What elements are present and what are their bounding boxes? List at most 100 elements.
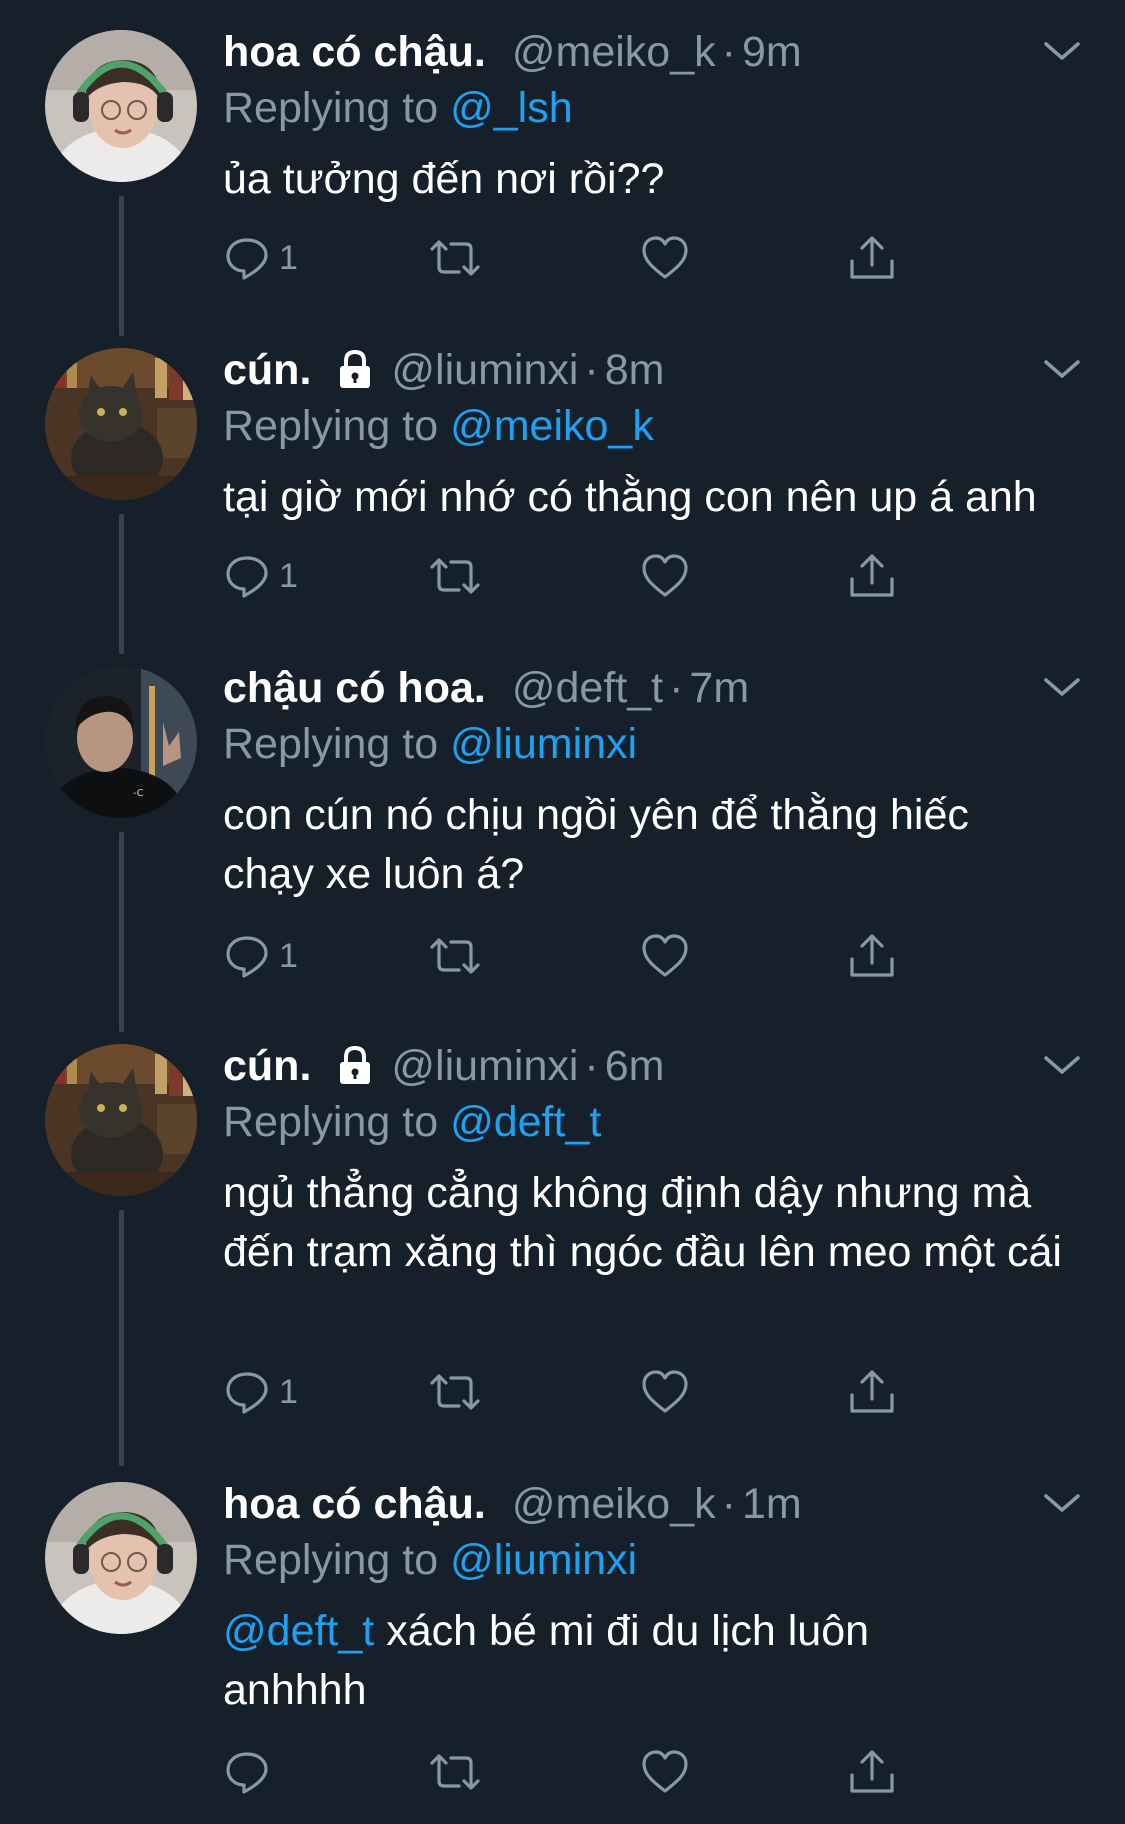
thread-line	[119, 196, 124, 336]
avatar[interactable]	[45, 30, 197, 182]
like-button[interactable]	[640, 1362, 690, 1422]
reply-icon	[223, 1368, 271, 1416]
separator-dot: ·	[669, 664, 684, 712]
username[interactable]: @meiko_k	[512, 1476, 716, 1532]
like-button[interactable]	[640, 1742, 690, 1802]
like-button[interactable]	[640, 228, 690, 288]
body-mention[interactable]: @deft_t	[223, 1607, 374, 1655]
retweet-button[interactable]	[428, 546, 482, 606]
thread-line	[119, 1210, 124, 1466]
share-icon	[847, 1367, 897, 1417]
avatar[interactable]: -C	[45, 666, 197, 818]
retweet-button[interactable]	[428, 228, 482, 288]
reply-icon	[223, 932, 271, 980]
retweet-button[interactable]	[428, 926, 482, 986]
tweet-text: ủa tưởng đến nơi rồi??	[223, 155, 665, 203]
chevron-down-icon[interactable]	[1040, 672, 1084, 702]
chevron-down-icon[interactable]	[1040, 1488, 1084, 1518]
share-button[interactable]	[847, 926, 897, 986]
replying-to-mention[interactable]: @liuminxi	[450, 720, 637, 768]
avatar[interactable]	[45, 348, 197, 500]
reply-button[interactable]: 1	[223, 228, 298, 288]
svg-text:-C: -C	[133, 788, 144, 799]
heart-icon	[640, 1368, 690, 1416]
tweet-actions: 1	[223, 546, 943, 606]
replying-to-label: Replying to	[223, 720, 451, 768]
heart-icon	[640, 932, 690, 980]
share-icon	[847, 1747, 897, 1797]
timestamp[interactable]: 1m	[742, 1476, 802, 1532]
like-button[interactable]	[640, 926, 690, 986]
share-button[interactable]	[847, 228, 897, 288]
avatar[interactable]	[45, 1044, 197, 1196]
reply-button[interactable]	[223, 1742, 279, 1802]
timestamp[interactable]: 9m	[742, 24, 802, 80]
share-button[interactable]	[847, 1362, 897, 1422]
thread-line	[119, 832, 124, 1032]
share-button[interactable]	[847, 1742, 897, 1802]
tweet-header: cún. @liuminxi · 6m	[223, 1038, 664, 1094]
tweet-header: chậu có hoa. @deft_t · 7m	[223, 660, 749, 716]
lock-icon	[335, 1044, 375, 1088]
tweet-actions: 1	[223, 228, 943, 288]
tweet-actions	[223, 1742, 943, 1802]
tweet-actions: 1	[223, 1362, 943, 1422]
display-name[interactable]: cún.	[223, 1038, 311, 1094]
reply-button[interactable]: 1	[223, 926, 298, 986]
tweet-text: tại giờ mới nhớ có thằng con nên up á an…	[223, 473, 1037, 521]
tweet-actions: 1	[223, 926, 943, 986]
tweet-text: @deft_t xách bé mi đi du lịch luôn anhhh…	[223, 1602, 963, 1720]
replying-to-label: Replying to	[223, 1536, 451, 1584]
heart-icon	[640, 234, 690, 282]
reply-button[interactable]: 1	[223, 1362, 298, 1422]
tweet-header: hoa có chậu. @meiko_k · 1m	[223, 1476, 802, 1532]
replying-to-label: Replying to	[223, 1098, 451, 1146]
tweet-text: ngủ thẳng cẳng không định dậy nhưng mà đ…	[223, 1169, 1062, 1276]
share-icon	[847, 233, 897, 283]
reply-icon	[223, 552, 271, 600]
reply-icon	[223, 1748, 271, 1796]
retweet-button[interactable]	[428, 1742, 482, 1802]
display-name[interactable]: chậu có hoa.	[223, 660, 486, 716]
share-button[interactable]	[847, 546, 897, 606]
username[interactable]: @liuminxi	[391, 342, 578, 398]
retweet-icon	[428, 234, 482, 282]
display-name[interactable]: hoa có chậu.	[223, 24, 486, 80]
retweet-button[interactable]	[428, 1362, 482, 1422]
share-icon	[847, 551, 897, 601]
chevron-down-icon[interactable]	[1040, 36, 1084, 66]
username[interactable]: @meiko_k	[512, 24, 716, 80]
replying-to-mention[interactable]: @deft_t	[450, 1098, 601, 1146]
reply-button[interactable]: 1	[223, 546, 298, 606]
replying-to: Replying to @deft_t	[223, 1094, 601, 1150]
username[interactable]: @deft_t	[512, 660, 663, 716]
tweet-header: cún. @liuminxi · 8m	[223, 342, 664, 398]
like-button[interactable]	[640, 546, 690, 606]
separator-dot: ·	[584, 1042, 599, 1090]
retweet-icon	[428, 552, 482, 600]
timestamp[interactable]: 7m	[689, 660, 749, 716]
tweet-text: con cún nó chịu ngồi yên để thằng hiếc c…	[223, 791, 969, 898]
replying-to-mention[interactable]: @meiko_k	[450, 402, 654, 450]
replying-to-mention[interactable]: @liuminxi	[450, 1536, 637, 1584]
retweet-icon	[428, 932, 482, 980]
reply-count: 1	[279, 238, 298, 277]
lock-icon	[335, 348, 375, 392]
display-name[interactable]: cún.	[223, 342, 311, 398]
display-name[interactable]: hoa có chậu.	[223, 1476, 486, 1532]
thread-line	[119, 514, 124, 654]
replying-to: Replying to @_lsh	[223, 80, 573, 136]
replying-to: Replying to @liuminxi	[223, 1532, 637, 1588]
avatar[interactable]	[45, 1482, 197, 1634]
username[interactable]: @liuminxi	[391, 1038, 578, 1094]
chevron-down-icon[interactable]	[1040, 1050, 1084, 1080]
chevron-down-icon[interactable]	[1040, 354, 1084, 384]
retweet-icon	[428, 1748, 482, 1796]
timestamp[interactable]: 8m	[605, 342, 665, 398]
replying-to-mention[interactable]: @_lsh	[450, 84, 573, 132]
reply-icon	[223, 234, 271, 282]
separator-dot: ·	[721, 1480, 736, 1528]
replying-to-label: Replying to	[223, 84, 451, 132]
separator-dot: ·	[584, 346, 599, 394]
timestamp[interactable]: 6m	[605, 1038, 665, 1094]
